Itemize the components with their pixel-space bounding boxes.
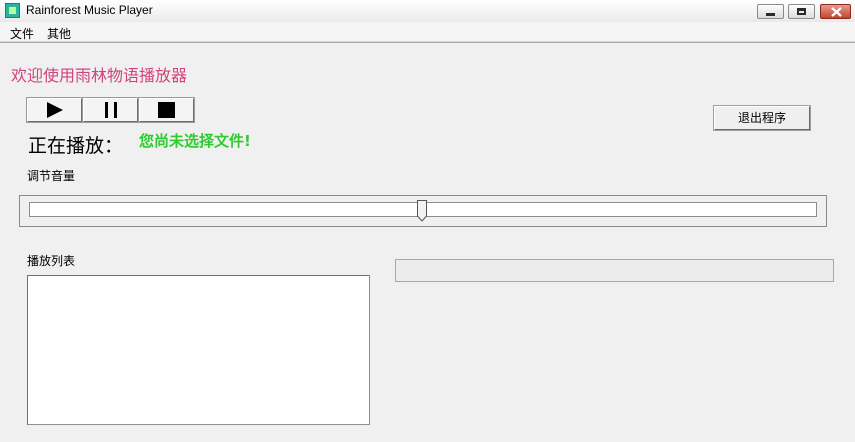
menu-divider (0, 42, 855, 43)
stop-button[interactable] (138, 97, 195, 123)
exit-button[interactable]: 退出程序 (713, 105, 811, 131)
window-title: Rainforest Music Player (26, 3, 153, 17)
playlist-label: 播放列表 (27, 254, 76, 268)
menu-other[interactable]: 其他 (47, 25, 71, 42)
play-button[interactable] (26, 97, 83, 123)
title-bar[interactable]: Rainforest Music Player (0, 0, 855, 23)
pause-icon (105, 102, 117, 118)
menu-file[interactable]: 文件 (10, 25, 34, 42)
welcome-text: 欢迎使用雨林物语播放器 (11, 66, 188, 85)
now-playing-label: 正在播放： (28, 135, 124, 157)
now-playing-status: 您尚未选择文件! (139, 132, 251, 150)
minimize-icon (766, 13, 775, 16)
close-button[interactable] (820, 4, 851, 19)
play-icon (47, 102, 63, 118)
app-window: Rainforest Music Player 文件 其他 欢迎使用雨林物语播放… (0, 0, 855, 442)
progress-bar (395, 259, 834, 282)
volume-label: 调节音量 (27, 169, 76, 183)
playlist-list[interactable] (27, 275, 370, 425)
maximize-icon (797, 8, 806, 15)
volume-thumb[interactable] (417, 200, 427, 222)
stop-icon (158, 102, 175, 118)
pause-button[interactable] (82, 97, 139, 123)
app-icon (5, 3, 20, 18)
close-icon (831, 7, 842, 17)
maximize-button[interactable] (788, 4, 815, 19)
menu-bar: 文件 其他 (0, 22, 855, 42)
minimize-button[interactable] (757, 4, 784, 19)
